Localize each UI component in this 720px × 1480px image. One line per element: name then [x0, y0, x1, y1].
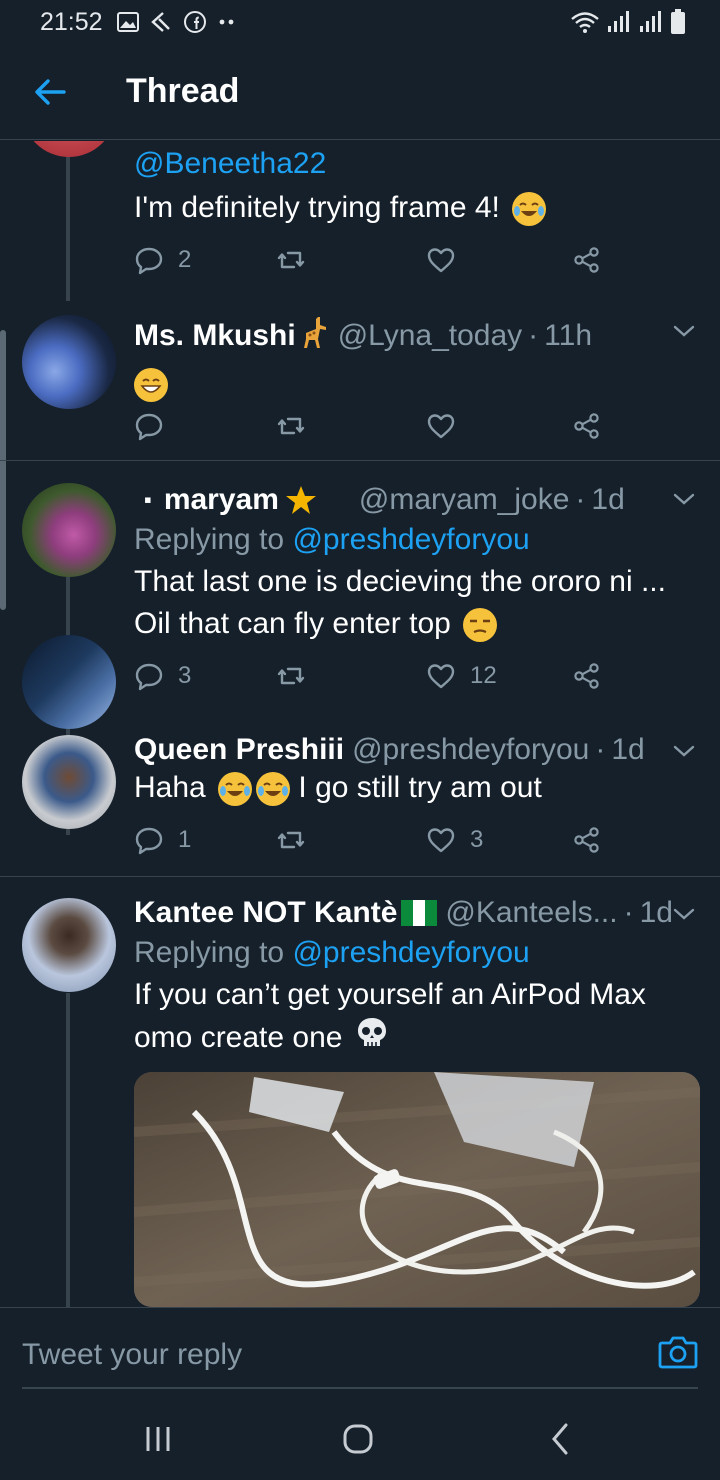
skull-emoji — [355, 1016, 389, 1062]
heart-icon — [427, 664, 455, 689]
star-moon-emoji — [285, 484, 351, 516]
reply-icon — [135, 413, 163, 441]
reply-button[interactable]: 1 — [134, 825, 191, 855]
battery-icon — [671, 9, 685, 34]
nigeria-flag-emoji — [401, 900, 438, 926]
share-button[interactable] — [572, 825, 602, 855]
page-title: Thread — [126, 72, 240, 110]
heart-icon — [427, 414, 455, 439]
share-button[interactable] — [572, 245, 602, 275]
retweet-icon — [277, 667, 305, 685]
share-button[interactable] — [572, 661, 602, 691]
joy-emoji — [218, 772, 253, 807]
author-handle[interactable]: @preshdeyforyou — [352, 733, 589, 767]
replying-to-link[interactable]: @preshdeyforyou — [292, 523, 529, 556]
app-bar: Thread — [0, 44, 720, 140]
system-nav-bar — [0, 1389, 720, 1480]
tweet-time[interactable]: 1d — [591, 483, 624, 517]
retweet-icon — [277, 417, 305, 435]
grin-emoji — [134, 368, 168, 403]
tweet-header: Queen Preshiii @preshdeyforyou · 1d — [134, 733, 645, 767]
retweet-button[interactable] — [276, 411, 320, 441]
retweet-button[interactable] — [276, 661, 320, 691]
like-button[interactable] — [426, 411, 470, 441]
like-button[interactable]: 3 — [426, 825, 483, 855]
tweet-item[interactable]: Queen Preshiii @preshdeyforyou · 1d Haha… — [0, 719, 720, 877]
author-handle[interactable]: @Lyna_today — [338, 319, 522, 353]
home-icon[interactable] — [338, 1419, 378, 1459]
heart-icon — [427, 248, 455, 273]
tweet-media-image[interactable] — [134, 1072, 700, 1307]
back-icon[interactable] — [540, 1419, 580, 1459]
share-icon — [574, 247, 599, 273]
like-button[interactable] — [426, 245, 470, 275]
tweet-text: omo create one — [134, 1016, 700, 1062]
joy-emoji — [512, 192, 547, 227]
reply-button[interactable] — [134, 411, 178, 441]
replying-to: Replying to @preshdeyforyou — [134, 523, 530, 556]
avatar[interactable] — [22, 141, 116, 157]
reply-icon — [135, 663, 163, 691]
tweet-header: Ms. Mkushi @Lyna_today · 11h — [134, 315, 700, 357]
like-button[interactable]: 12 — [426, 661, 497, 691]
author-name[interactable]: Ms. Mkushi — [134, 319, 296, 353]
author-name[interactable]: ▪ maryam — [134, 483, 279, 517]
reply-button[interactable]: 3 — [134, 661, 191, 691]
tweet-text: Oil that can fly enter top — [134, 603, 700, 645]
more-icon — [219, 19, 233, 25]
back-arrow-icon[interactable] — [30, 72, 70, 112]
retweet-button[interactable] — [276, 825, 320, 855]
reply-input[interactable]: Tweet your reply — [22, 1338, 242, 1372]
facebook-icon — [183, 11, 206, 33]
tweet-text: If you can’t get yourself an AirPod Max — [134, 978, 646, 1011]
author-name[interactable]: Kantee NOT Kantè — [134, 896, 397, 930]
giraffe-emoji — [300, 315, 330, 357]
heart-icon — [427, 828, 455, 853]
reply-composer: Tweet your reply — [0, 1307, 720, 1389]
share-icon — [574, 663, 599, 689]
avatar[interactable] — [22, 483, 116, 577]
tweet-header: Kantee NOT Kantè @Kanteels... · 1d — [134, 896, 673, 930]
image-icon — [116, 12, 139, 32]
avatar[interactable] — [22, 315, 116, 409]
author-name[interactable]: Queen Preshiii — [134, 733, 344, 767]
author-handle[interactable]: @Kanteels... — [445, 896, 617, 930]
tweet-time[interactable]: 11h — [544, 319, 592, 353]
share-icon — [574, 413, 599, 439]
tweet-text: Haha I go still try am out — [134, 767, 700, 809]
unamused-emoji — [463, 608, 498, 643]
replying-to: Replying to @preshdeyforyou — [134, 936, 530, 969]
joy-emoji — [256, 772, 291, 807]
tweet-header: ▪ maryam @maryam_joke · 1d — [134, 483, 700, 517]
signal-icon — [608, 11, 629, 32]
tweet-mention[interactable]: @Beneetha22 — [134, 143, 700, 185]
tweet-time[interactable]: 1d — [640, 896, 673, 930]
reply-icon — [135, 247, 163, 275]
tweet-text: I'm definitely trying frame 4! — [134, 187, 700, 229]
recent-apps-icon[interactable] — [138, 1419, 178, 1459]
tweet-text: That last one is decieving the ororo ni … — [134, 565, 666, 598]
retweet-button[interactable] — [276, 245, 320, 275]
retweet-icon — [277, 251, 305, 269]
retweet-icon — [277, 831, 305, 849]
reply-button[interactable]: 2 — [134, 245, 191, 275]
reply-icon — [135, 827, 163, 855]
tweet-text — [134, 363, 700, 405]
tweet-time[interactable]: 1d — [611, 733, 644, 767]
avatar[interactable] — [22, 898, 116, 992]
signal-icon — [640, 11, 661, 32]
share-button[interactable] — [572, 411, 602, 441]
share-icon — [574, 827, 599, 853]
tweet-item[interactable]: ▪ maryam @maryam_joke · 1d Replying to @… — [0, 461, 720, 719]
status-time: 21:52 — [40, 7, 103, 36]
wifi-icon — [571, 12, 599, 33]
avatar[interactable] — [22, 735, 116, 829]
missed-call-icon — [150, 12, 170, 32]
tweet-item[interactable]: Ms. Mkushi @Lyna_today · 11h — [0, 301, 720, 461]
author-handle[interactable]: @maryam_joke — [359, 483, 570, 517]
status-bar: 21:52 — [0, 0, 720, 44]
replying-to-link[interactable]: @preshdeyforyou — [292, 936, 529, 969]
camera-icon[interactable] — [658, 1334, 698, 1374]
